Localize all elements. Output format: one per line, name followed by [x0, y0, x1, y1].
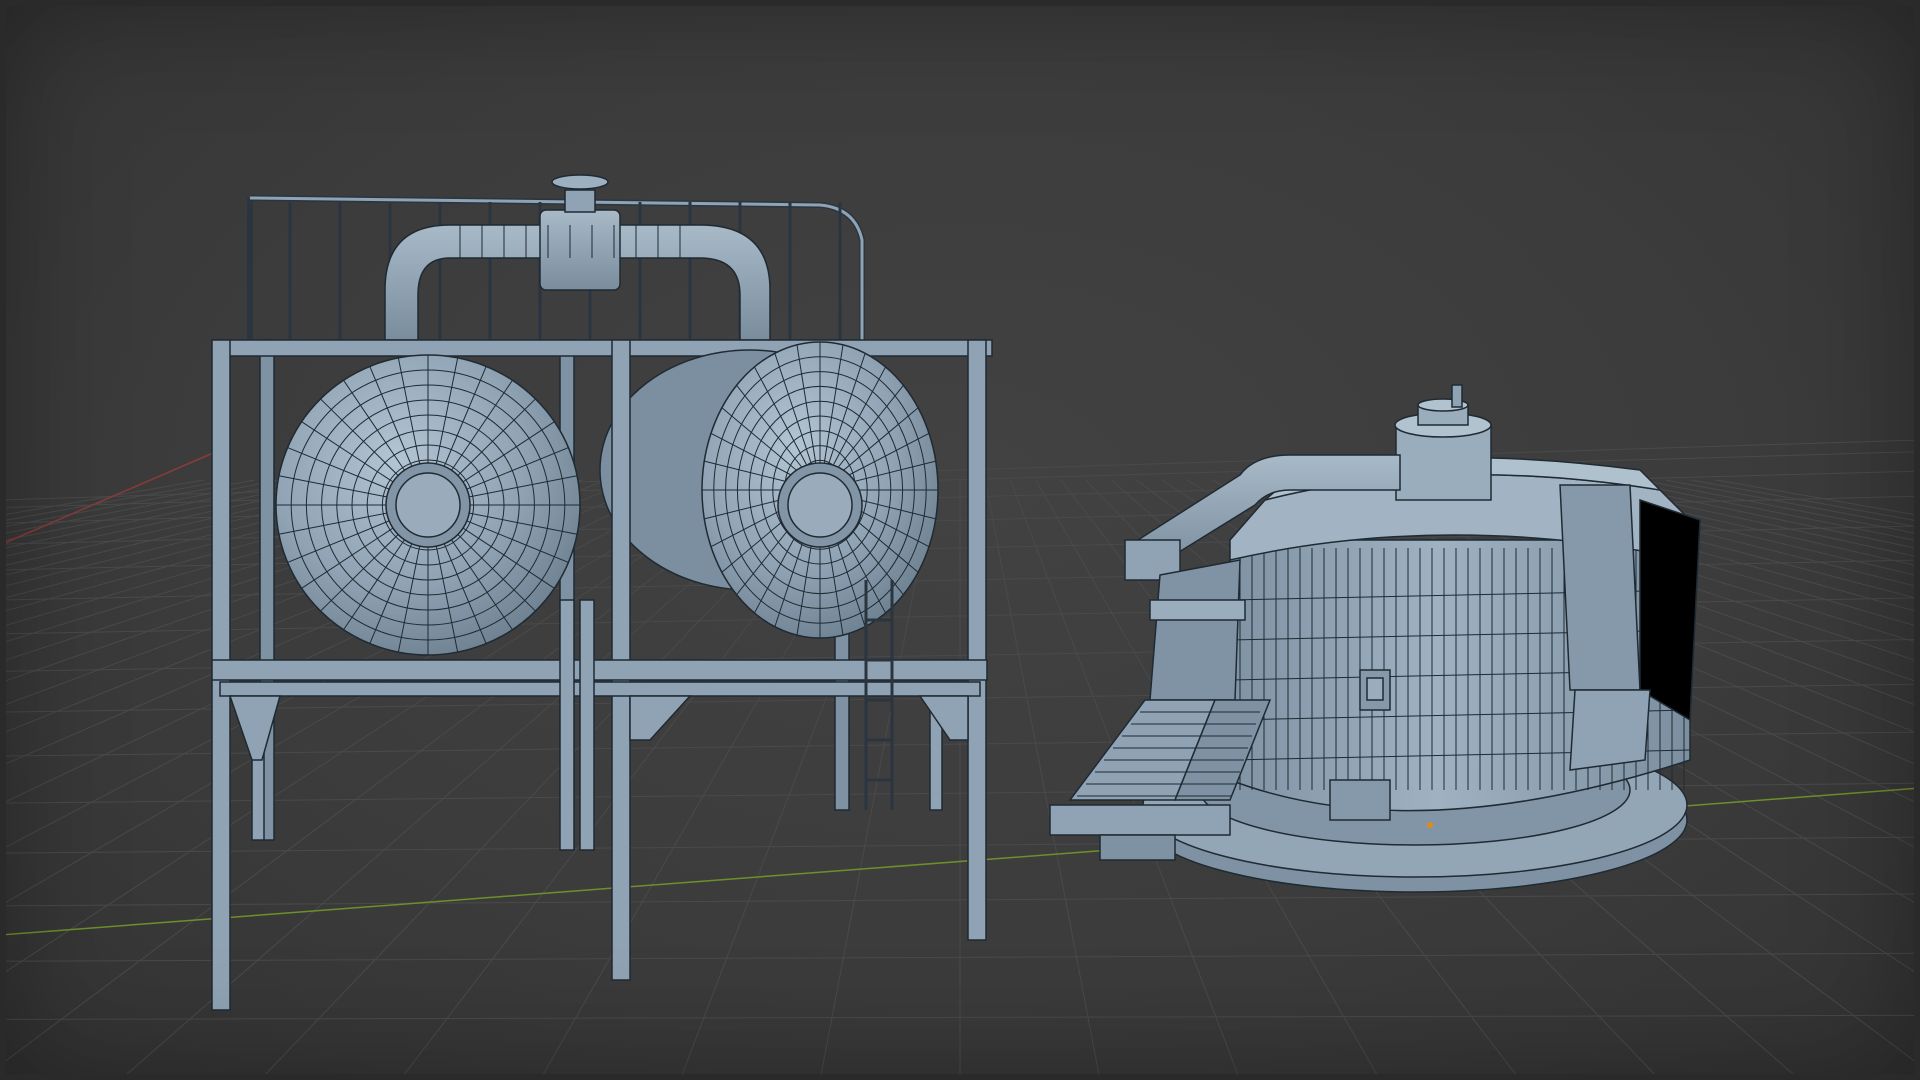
grid-line	[0, 479, 205, 517]
grid-line	[1715, 479, 1920, 517]
grid-line	[984, 479, 1101, 1080]
valve-wheel	[551, 174, 609, 190]
3d-viewport[interactable]	[0, 0, 1920, 1080]
pipe-flange	[539, 209, 621, 291]
tank-left	[275, 354, 581, 656]
object-origin	[1427, 822, 1433, 828]
viewport-canvas[interactable]	[0, 0, 1920, 1080]
tank-right	[599, 341, 939, 639]
tank-rack-object[interactable]	[211, 174, 993, 1011]
